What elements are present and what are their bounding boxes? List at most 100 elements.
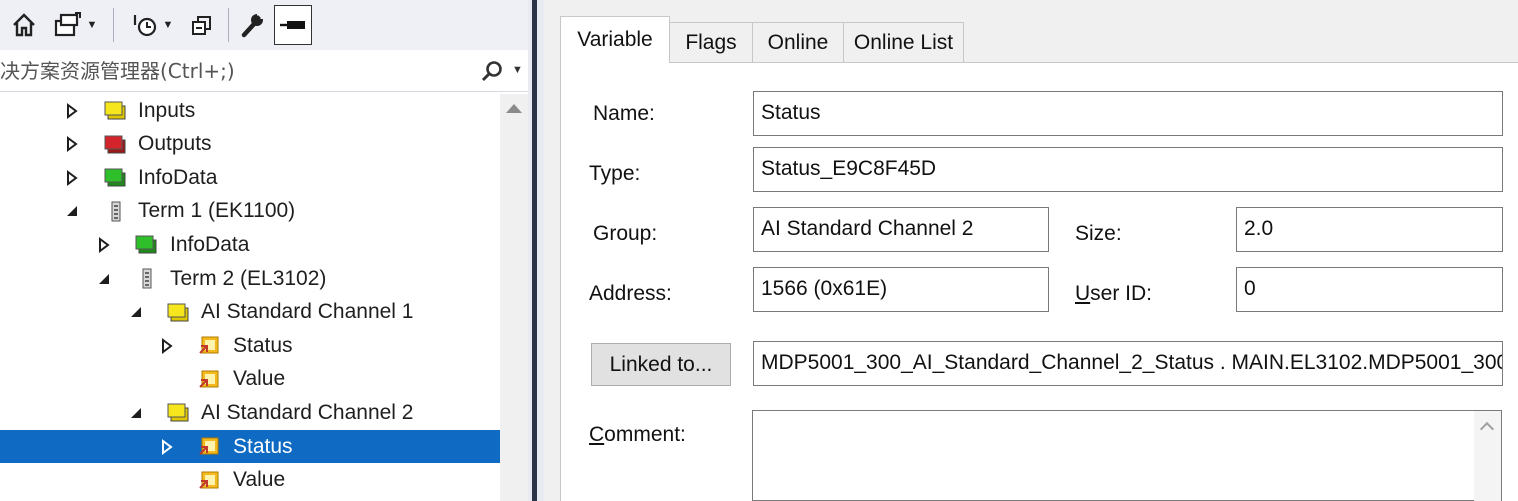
properties-panel: Variable Flags Online Online List Name: …: [544, 0, 1518, 501]
pane-splitter[interactable]: [528, 0, 544, 501]
tree-item-label: AI Standard Channel 1: [201, 300, 414, 324]
address-field[interactable]: 1566 (0x61E): [753, 267, 1049, 312]
pin-button[interactable]: [274, 5, 312, 45]
linked-to-button[interactable]: Linked to...: [591, 343, 731, 386]
variable-icon: [197, 368, 221, 390]
tree-item[interactable]: AI Standard Channel 2: [0, 396, 500, 429]
pending-changes-filter-button[interactable]: ▼: [124, 6, 180, 44]
address-label: Address:: [589, 282, 672, 305]
tab-bar: Variable Flags Online Online List: [544, 0, 1518, 63]
tree-item[interactable]: InfoData: [0, 161, 500, 194]
search-icon[interactable]: [480, 60, 504, 82]
tree-scrollbar[interactable]: [500, 94, 528, 501]
user-id-field[interactable]: 0: [1236, 267, 1503, 312]
expand-arrow-icon[interactable]: [65, 136, 79, 153]
toolbar-separator: [113, 8, 114, 42]
tree-item-label: Inputs: [138, 98, 196, 122]
infodata-folder-icon: [103, 166, 127, 188]
expand-arrow-icon[interactable]: [160, 337, 174, 354]
expand-arrow-icon[interactable]: [65, 169, 79, 186]
properties-wrench-icon: [241, 12, 264, 38]
tree-item-label: Value: [233, 367, 286, 391]
tree-item[interactable]: Status: [0, 329, 500, 362]
collapse-all-icon: [192, 16, 211, 35]
tree-item[interactable]: AI Standard Channel 1: [0, 296, 500, 329]
collapse-arrow-icon[interactable]: [129, 304, 143, 320]
name-label: Name:: [593, 102, 655, 125]
tree-item[interactable]: Outputs: [0, 128, 500, 161]
tree-item[interactable]: Term 1 (EK1100): [0, 195, 500, 228]
collapse-arrow-icon[interactable]: [65, 203, 79, 219]
comment-label-text: omment:: [604, 423, 686, 446]
type-field[interactable]: Status_E9C8F45D: [753, 147, 1503, 192]
solution-explorer: ▼ ▼ 决方案资源管理器(Ctrl+;) ▼ Inputs Outputs In…: [0, 0, 528, 501]
properties-button[interactable]: [236, 6, 270, 44]
infodata-folder-icon: [134, 233, 158, 255]
inputs-folder-icon: [103, 99, 127, 121]
variable-icon: [197, 334, 221, 356]
group-label: Group:: [593, 222, 658, 245]
channel-folder-icon: [166, 301, 190, 323]
tree-item[interactable]: Value: [0, 464, 500, 497]
comment-scrollbar[interactable]: [1474, 411, 1501, 501]
scroll-up-arrow-icon[interactable]: [506, 104, 522, 113]
splitter-bar: [532, 0, 537, 501]
collapse-arrow-icon[interactable]: [97, 271, 111, 287]
terminal-icon: [103, 200, 127, 222]
solution-tree: Inputs Outputs InfoData Term 1 (EK1100) Info…: [0, 94, 500, 501]
tab-online-list[interactable]: Online List: [843, 22, 964, 62]
tab-flags[interactable]: Flags: [669, 22, 753, 62]
tree-item-label: Status: [233, 434, 293, 458]
home-icon: [13, 13, 35, 37]
tree-item-label: Term 1 (EK1100): [138, 199, 296, 223]
expand-arrow-icon[interactable]: [160, 438, 174, 455]
tree-item-label: InfoData: [170, 232, 250, 256]
toolbar-separator: [228, 8, 229, 42]
type-label: Type:: [589, 162, 641, 185]
outputs-folder-icon: [103, 133, 127, 155]
user-id-label-text: ser ID:: [1090, 282, 1153, 305]
sync-with-active-document-button[interactable]: ▼: [48, 6, 102, 44]
comment-mnemonic: C: [589, 423, 605, 446]
explorer-search: ▼: [0, 50, 528, 92]
group-field[interactable]: AI Standard Channel 2: [753, 207, 1049, 252]
sync-with-active-document-icon: [54, 12, 81, 37]
tree-item[interactable]: Term 2 (EL3102): [0, 262, 500, 295]
tree-item[interactable]: Inputs: [0, 94, 500, 127]
search-input[interactable]: [0, 50, 470, 92]
home-button[interactable]: [8, 6, 40, 44]
explorer-toolbar: ▼ ▼: [0, 0, 528, 50]
collapse-arrow-icon[interactable]: [129, 405, 143, 421]
tab-variable[interactable]: Variable: [560, 16, 670, 63]
comment-textarea[interactable]: [752, 410, 1502, 501]
tree-item[interactable]: InfoData: [0, 228, 500, 261]
terminal-icon: [134, 267, 158, 289]
pin-icon: [280, 21, 305, 29]
user-id-label: User ID:: [1075, 282, 1152, 306]
name-field[interactable]: Status: [753, 91, 1503, 136]
tree-item-label: Outputs: [138, 132, 212, 156]
scroll-up-arrow-icon[interactable]: [1479, 421, 1495, 437]
variable-icon: [197, 435, 221, 457]
tree-item[interactable]: Value: [0, 363, 500, 396]
tree-item-label: Term 2 (EL3102): [170, 266, 327, 290]
history-icon: [133, 15, 156, 37]
tree-item-label: Value: [233, 468, 286, 492]
comment-label: Comment:: [589, 423, 686, 447]
search-options-chevron-icon[interactable]: ▼: [512, 64, 523, 76]
tab-online[interactable]: Online: [752, 22, 844, 62]
tree-item-label: InfoData: [138, 165, 218, 189]
tree-item[interactable]: Status: [0, 430, 500, 463]
size-field[interactable]: 2.0: [1236, 207, 1503, 252]
user-id-mnemonic: U: [1075, 282, 1091, 305]
tree-item-label: AI Standard Channel 2: [201, 400, 414, 424]
variable-icon: [197, 469, 221, 491]
linked-to-field[interactable]: MDP5001_300_AI_Standard_Channel_2_Status…: [753, 341, 1503, 386]
tree-item-label: Status: [233, 333, 293, 357]
expand-arrow-icon[interactable]: [65, 102, 79, 119]
size-label: Size:: [1075, 222, 1122, 245]
channel-folder-icon: [166, 401, 190, 423]
chevron-down-icon: ▼: [162, 19, 174, 31]
expand-arrow-icon[interactable]: [97, 236, 111, 253]
collapse-all-button[interactable]: [186, 6, 218, 44]
